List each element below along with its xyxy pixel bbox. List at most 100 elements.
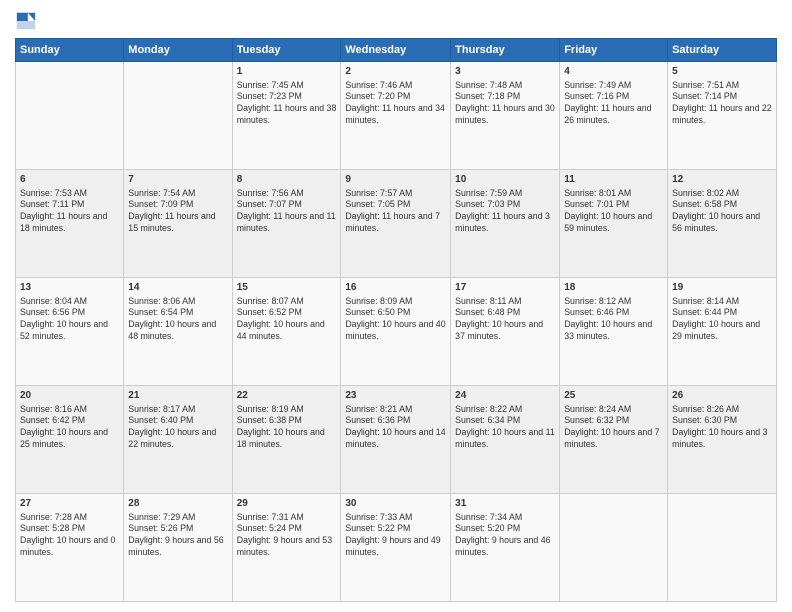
day-number: 9 xyxy=(345,173,446,187)
day-number: 11 xyxy=(564,173,663,187)
day-number: 18 xyxy=(564,281,663,295)
header-row: SundayMondayTuesdayWednesdayThursdayFrid… xyxy=(16,39,777,62)
day-number: 22 xyxy=(237,389,337,403)
day-info: Sunrise: 7:33 AM Sunset: 5:22 PM Dayligh… xyxy=(345,512,446,560)
day-number: 6 xyxy=(20,173,119,187)
day-number: 24 xyxy=(455,389,555,403)
calendar-cell: 5Sunrise: 7:51 AM Sunset: 7:14 PM Daylig… xyxy=(668,62,777,170)
day-info: Sunrise: 8:21 AM Sunset: 6:36 PM Dayligh… xyxy=(345,404,446,452)
weekday-header: Thursday xyxy=(451,39,560,62)
calendar-cell: 9Sunrise: 7:57 AM Sunset: 7:05 PM Daylig… xyxy=(341,170,451,278)
day-info: Sunrise: 8:06 AM Sunset: 6:54 PM Dayligh… xyxy=(128,296,227,344)
day-info: Sunrise: 8:19 AM Sunset: 6:38 PM Dayligh… xyxy=(237,404,337,452)
calendar-cell: 28Sunrise: 7:29 AM Sunset: 5:26 PM Dayli… xyxy=(124,494,232,602)
day-info: Sunrise: 8:07 AM Sunset: 6:52 PM Dayligh… xyxy=(237,296,337,344)
day-number: 30 xyxy=(345,497,446,511)
day-info: Sunrise: 8:02 AM Sunset: 6:58 PM Dayligh… xyxy=(672,188,772,236)
calendar-cell: 19Sunrise: 8:14 AM Sunset: 6:44 PM Dayli… xyxy=(668,278,777,386)
calendar-cell: 7Sunrise: 7:54 AM Sunset: 7:09 PM Daylig… xyxy=(124,170,232,278)
day-info: Sunrise: 7:53 AM Sunset: 7:11 PM Dayligh… xyxy=(20,188,119,236)
day-info: Sunrise: 7:59 AM Sunset: 7:03 PM Dayligh… xyxy=(455,188,555,236)
day-number: 26 xyxy=(672,389,772,403)
day-number: 16 xyxy=(345,281,446,295)
day-number: 13 xyxy=(20,281,119,295)
day-number: 8 xyxy=(237,173,337,187)
calendar-cell: 16Sunrise: 8:09 AM Sunset: 6:50 PM Dayli… xyxy=(341,278,451,386)
day-number: 27 xyxy=(20,497,119,511)
weekday-header: Wednesday xyxy=(341,39,451,62)
calendar-cell: 12Sunrise: 8:02 AM Sunset: 6:58 PM Dayli… xyxy=(668,170,777,278)
calendar-row: 1Sunrise: 7:45 AM Sunset: 7:23 PM Daylig… xyxy=(16,62,777,170)
day-number: 20 xyxy=(20,389,119,403)
day-info: Sunrise: 7:49 AM Sunset: 7:16 PM Dayligh… xyxy=(564,80,663,128)
calendar-cell: 1Sunrise: 7:45 AM Sunset: 7:23 PM Daylig… xyxy=(232,62,341,170)
day-info: Sunrise: 8:14 AM Sunset: 6:44 PM Dayligh… xyxy=(672,296,772,344)
calendar-cell: 15Sunrise: 8:07 AM Sunset: 6:52 PM Dayli… xyxy=(232,278,341,386)
calendar-cell: 4Sunrise: 7:49 AM Sunset: 7:16 PM Daylig… xyxy=(560,62,668,170)
calendar-table: SundayMondayTuesdayWednesdayThursdayFrid… xyxy=(15,38,777,602)
calendar-cell: 24Sunrise: 8:22 AM Sunset: 6:34 PM Dayli… xyxy=(451,386,560,494)
calendar-cell: 18Sunrise: 8:12 AM Sunset: 6:46 PM Dayli… xyxy=(560,278,668,386)
calendar-cell: 22Sunrise: 8:19 AM Sunset: 6:38 PM Dayli… xyxy=(232,386,341,494)
calendar-cell xyxy=(16,62,124,170)
day-number: 29 xyxy=(237,497,337,511)
day-number: 12 xyxy=(672,173,772,187)
calendar-cell xyxy=(668,494,777,602)
day-info: Sunrise: 7:46 AM Sunset: 7:20 PM Dayligh… xyxy=(345,80,446,128)
day-info: Sunrise: 7:51 AM Sunset: 7:14 PM Dayligh… xyxy=(672,80,772,128)
weekday-header: Sunday xyxy=(16,39,124,62)
calendar-cell: 11Sunrise: 8:01 AM Sunset: 7:01 PM Dayli… xyxy=(560,170,668,278)
logo xyxy=(15,10,39,32)
day-info: Sunrise: 7:54 AM Sunset: 7:09 PM Dayligh… xyxy=(128,188,227,236)
calendar-cell: 10Sunrise: 7:59 AM Sunset: 7:03 PM Dayli… xyxy=(451,170,560,278)
day-info: Sunrise: 7:34 AM Sunset: 5:20 PM Dayligh… xyxy=(455,512,555,560)
calendar-cell: 23Sunrise: 8:21 AM Sunset: 6:36 PM Dayli… xyxy=(341,386,451,494)
calendar-cell: 26Sunrise: 8:26 AM Sunset: 6:30 PM Dayli… xyxy=(668,386,777,494)
day-number: 14 xyxy=(128,281,227,295)
day-number: 1 xyxy=(237,65,337,79)
day-info: Sunrise: 7:57 AM Sunset: 7:05 PM Dayligh… xyxy=(345,188,446,236)
day-number: 2 xyxy=(345,65,446,79)
calendar-cell: 30Sunrise: 7:33 AM Sunset: 5:22 PM Dayli… xyxy=(341,494,451,602)
calendar-cell xyxy=(124,62,232,170)
calendar-row: 20Sunrise: 8:16 AM Sunset: 6:42 PM Dayli… xyxy=(16,386,777,494)
calendar-cell: 29Sunrise: 7:31 AM Sunset: 5:24 PM Dayli… xyxy=(232,494,341,602)
day-info: Sunrise: 7:45 AM Sunset: 7:23 PM Dayligh… xyxy=(237,80,337,128)
calendar-cell xyxy=(560,494,668,602)
day-info: Sunrise: 8:11 AM Sunset: 6:48 PM Dayligh… xyxy=(455,296,555,344)
page: SundayMondayTuesdayWednesdayThursdayFrid… xyxy=(0,0,792,612)
day-info: Sunrise: 8:04 AM Sunset: 6:56 PM Dayligh… xyxy=(20,296,119,344)
calendar-cell: 13Sunrise: 8:04 AM Sunset: 6:56 PM Dayli… xyxy=(16,278,124,386)
day-number: 21 xyxy=(128,389,227,403)
day-info: Sunrise: 8:16 AM Sunset: 6:42 PM Dayligh… xyxy=(20,404,119,452)
day-info: Sunrise: 8:26 AM Sunset: 6:30 PM Dayligh… xyxy=(672,404,772,452)
weekday-header: Tuesday xyxy=(232,39,341,62)
day-number: 28 xyxy=(128,497,227,511)
calendar-cell: 25Sunrise: 8:24 AM Sunset: 6:32 PM Dayli… xyxy=(560,386,668,494)
weekday-header: Saturday xyxy=(668,39,777,62)
day-info: Sunrise: 7:28 AM Sunset: 5:28 PM Dayligh… xyxy=(20,512,119,560)
day-number: 10 xyxy=(455,173,555,187)
calendar-cell: 20Sunrise: 8:16 AM Sunset: 6:42 PM Dayli… xyxy=(16,386,124,494)
calendar-cell: 21Sunrise: 8:17 AM Sunset: 6:40 PM Dayli… xyxy=(124,386,232,494)
calendar-cell: 2Sunrise: 7:46 AM Sunset: 7:20 PM Daylig… xyxy=(341,62,451,170)
day-info: Sunrise: 8:22 AM Sunset: 6:34 PM Dayligh… xyxy=(455,404,555,452)
day-info: Sunrise: 7:29 AM Sunset: 5:26 PM Dayligh… xyxy=(128,512,227,560)
calendar-cell: 6Sunrise: 7:53 AM Sunset: 7:11 PM Daylig… xyxy=(16,170,124,278)
day-number: 25 xyxy=(564,389,663,403)
calendar-row: 27Sunrise: 7:28 AM Sunset: 5:28 PM Dayli… xyxy=(16,494,777,602)
day-number: 7 xyxy=(128,173,227,187)
day-number: 19 xyxy=(672,281,772,295)
day-number: 31 xyxy=(455,497,555,511)
calendar-row: 6Sunrise: 7:53 AM Sunset: 7:11 PM Daylig… xyxy=(16,170,777,278)
day-number: 4 xyxy=(564,65,663,79)
day-info: Sunrise: 8:12 AM Sunset: 6:46 PM Dayligh… xyxy=(564,296,663,344)
weekday-header: Monday xyxy=(124,39,232,62)
day-info: Sunrise: 8:09 AM Sunset: 6:50 PM Dayligh… xyxy=(345,296,446,344)
calendar-header: SundayMondayTuesdayWednesdayThursdayFrid… xyxy=(16,39,777,62)
calendar-cell: 17Sunrise: 8:11 AM Sunset: 6:48 PM Dayli… xyxy=(451,278,560,386)
day-number: 3 xyxy=(455,65,555,79)
day-number: 5 xyxy=(672,65,772,79)
day-info: Sunrise: 7:48 AM Sunset: 7:18 PM Dayligh… xyxy=(455,80,555,128)
calendar-cell: 3Sunrise: 7:48 AM Sunset: 7:18 PM Daylig… xyxy=(451,62,560,170)
